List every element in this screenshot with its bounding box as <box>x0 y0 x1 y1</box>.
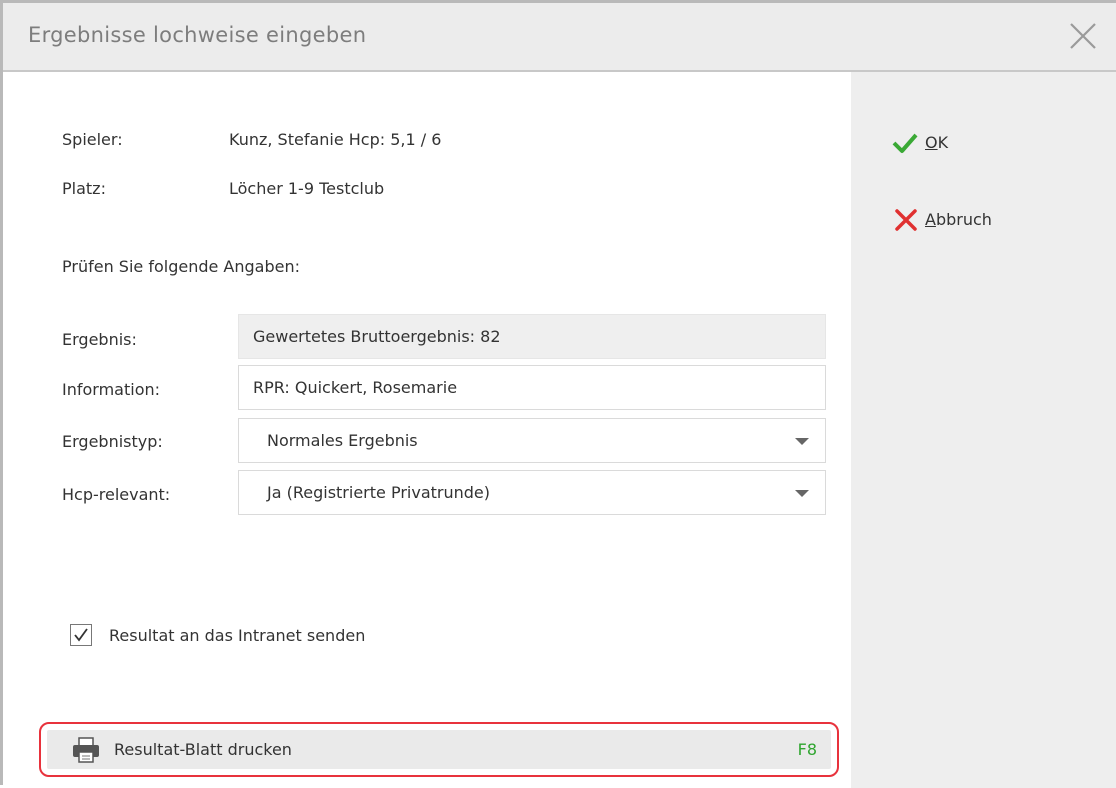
dialog-content: Spieler: Kunz, Stefanie Hcp: 5,1 / 6 Pla… <box>3 72 851 788</box>
ok-mnemonic: O <box>925 133 938 152</box>
side-panel: OK Abbruch <box>851 72 1116 788</box>
result-label: Ergebnis: <box>62 330 137 349</box>
print-label: Resultat-Blatt drucken <box>114 740 292 759</box>
hcp-relevant-select[interactable]: Ja (Registrierte Privatrunde) <box>238 470 826 515</box>
ok-label: K <box>937 133 949 152</box>
hcp-relevant-value: Ja (Registrierte Privatrunde) <box>267 483 490 502</box>
print-shortcut: F8 <box>797 740 817 759</box>
result-type-select[interactable]: Normales Ergebnis <box>238 418 826 463</box>
print-highlight: Resultat-Blatt drucken F8 <box>39 722 839 777</box>
checkmark-icon <box>74 628 88 642</box>
result-value: Gewertetes Bruttoergebnis: 82 <box>253 327 501 346</box>
information-value: RPR: Quickert, Rosemarie <box>253 378 458 397</box>
title-bar: Ergebnisse lochweise eingeben <box>3 3 1116 72</box>
result-field: Gewertetes Bruttoergebnis: 82 <box>238 314 826 359</box>
course-value: Löcher 1-9 Testclub <box>229 179 385 198</box>
player-label: Spieler: <box>62 130 123 149</box>
information-field[interactable]: RPR: Quickert, Rosemarie <box>238 365 826 410</box>
result-type-label: Ergebnistyp: <box>62 432 163 451</box>
cancel-label: bbruch <box>935 210 992 229</box>
printer-icon <box>71 737 101 767</box>
print-result-button[interactable]: Resultat-Blatt drucken F8 <box>47 730 831 769</box>
hcp-relevant-label: Hcp-relevant: <box>62 485 171 504</box>
cancel-button[interactable]: Abbruch <box>891 205 1051 237</box>
cancel-mnemonic: A <box>925 210 936 229</box>
information-label: Information: <box>62 380 161 399</box>
check-icon <box>891 131 919 159</box>
ok-button[interactable]: OK <box>891 127 1011 159</box>
intranet-label[interactable]: Resultat an das Intranet senden <box>109 626 365 645</box>
chevron-down-icon <box>795 490 809 497</box>
close-icon[interactable] <box>1068 21 1098 51</box>
result-type-value: Normales Ergebnis <box>267 431 418 450</box>
dialog-title: Ergebnisse lochweise eingeben <box>28 23 367 47</box>
player-value: Kunz, Stefanie Hcp: 5,1 / 6 <box>229 130 442 149</box>
x-icon <box>894 208 918 236</box>
course-label: Platz: <box>62 179 106 198</box>
intranet-checkbox[interactable] <box>70 624 92 646</box>
chevron-down-icon <box>795 438 809 445</box>
check-prompt: Prüfen Sie folgende Angaben: <box>62 257 300 276</box>
dialog-window: Ergebnisse lochweise eingeben Spieler: K… <box>0 0 1116 788</box>
